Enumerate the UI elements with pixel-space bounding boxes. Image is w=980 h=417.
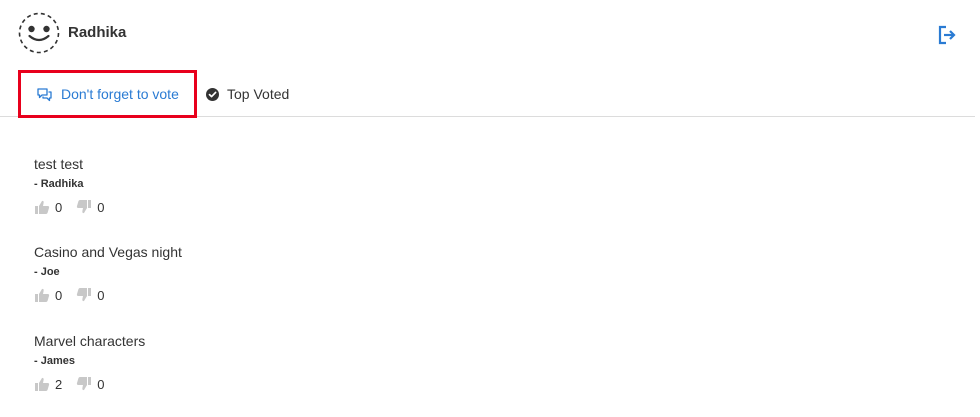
thumbs-down-icon bbox=[77, 377, 92, 391]
upvote-count: 0 bbox=[55, 199, 63, 215]
list-item: Casino and Vegas night - Joe 0 0 bbox=[34, 244, 634, 314]
thumbs-down-icon bbox=[77, 200, 92, 214]
comments-icon bbox=[36, 86, 53, 103]
downvote-count: 0 bbox=[97, 199, 105, 215]
idea-author: - James bbox=[34, 355, 75, 367]
tab-label: Don't forget to vote bbox=[61, 86, 179, 102]
list-item: Marvel characters - James 2 0 bbox=[34, 333, 634, 403]
downvote-count: 0 bbox=[97, 376, 105, 392]
idea-title: Casino and Vegas night bbox=[34, 244, 182, 260]
vote-controls: 0 0 bbox=[34, 198, 104, 216]
upvote-count: 2 bbox=[55, 376, 63, 392]
thumbs-up-icon bbox=[35, 200, 50, 214]
tab-top-voted[interactable]: Top Voted bbox=[206, 72, 289, 116]
downvote-button[interactable]: 0 bbox=[76, 287, 104, 303]
upvote-button[interactable]: 0 bbox=[34, 199, 62, 215]
header-bar: Radhika bbox=[0, 0, 980, 66]
thumbs-up-icon bbox=[35, 377, 50, 391]
upvote-count: 0 bbox=[55, 287, 63, 303]
tab-bar: Don't forget to vote Top Voted bbox=[0, 70, 975, 118]
sign-out-icon[interactable] bbox=[936, 24, 958, 46]
idea-title: Marvel characters bbox=[34, 333, 146, 349]
downvote-button[interactable]: 0 bbox=[76, 199, 104, 215]
tab-label: Top Voted bbox=[227, 86, 290, 102]
idea-author: - Radhika bbox=[34, 178, 84, 190]
idea-title: test test bbox=[34, 156, 84, 172]
upvote-button[interactable]: 2 bbox=[34, 376, 62, 392]
downvote-button[interactable]: 0 bbox=[76, 376, 104, 392]
vote-controls: 2 0 bbox=[34, 375, 104, 393]
smiley-face-icon[interactable] bbox=[17, 11, 61, 55]
downvote-count: 0 bbox=[97, 287, 105, 303]
idea-author: - Joe bbox=[34, 266, 60, 278]
vote-controls: 0 0 bbox=[34, 286, 104, 304]
upvote-button[interactable]: 0 bbox=[34, 287, 62, 303]
thumbs-down-icon bbox=[77, 288, 92, 302]
tab-dont-forget-to-vote[interactable]: Don't forget to vote bbox=[18, 70, 197, 118]
check-circle-icon bbox=[206, 87, 219, 101]
username-label: Radhika bbox=[68, 24, 127, 41]
thumbs-up-icon bbox=[35, 288, 50, 302]
list-item: test test - Radhika 0 0 bbox=[34, 156, 634, 226]
